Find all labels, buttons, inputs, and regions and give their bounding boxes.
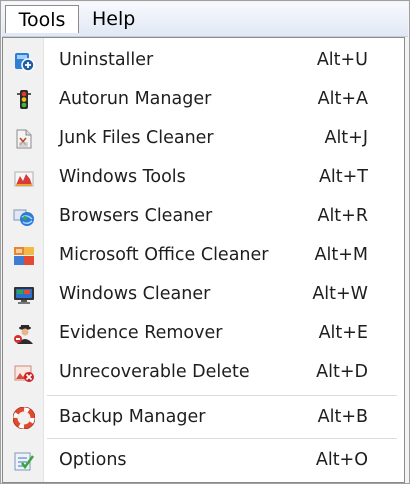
menu-item-label: Evidence Remover bbox=[59, 323, 223, 343]
menu-tools[interactable]: Tools bbox=[5, 5, 79, 33]
menu-item-windows-cleaner[interactable]: Windows Cleaner Alt+W bbox=[3, 276, 404, 312]
menu-item-shortcut: Alt+R bbox=[317, 206, 368, 226]
menu-item-options[interactable]: Options Alt+O bbox=[3, 442, 404, 478]
menu-help[interactable]: Help bbox=[84, 5, 150, 33]
menu-item-uninstaller[interactable]: Uninstaller Alt+U bbox=[3, 42, 404, 78]
menu-item-shortcut: Alt+O bbox=[315, 450, 368, 470]
menu-item-shortcut: Alt+M bbox=[314, 245, 368, 265]
menu-item-label: Options bbox=[59, 450, 127, 470]
window-frame: Tools Help Uninstaller Alt+U Autorun Man… bbox=[0, 0, 410, 484]
menu-item-label: Windows Tools bbox=[59, 167, 186, 187]
menu-item-browsers-cleaner[interactable]: Browsers Cleaner Alt+R bbox=[3, 198, 404, 234]
menu-item-label: Windows Cleaner bbox=[59, 284, 211, 304]
options-checklist-icon bbox=[13, 450, 35, 472]
menu-item-label: Browsers Cleaner bbox=[59, 206, 213, 226]
menu-item-shortcut: Alt+E bbox=[318, 323, 368, 343]
menu-item-windows-tools[interactable]: Windows Tools Alt+T bbox=[3, 159, 404, 195]
menu-item-autorun-manager[interactable]: Autorun Manager Alt+A bbox=[3, 81, 404, 117]
menu-item-shortcut: Alt+W bbox=[312, 284, 368, 304]
menu-item-backup-manager[interactable]: Backup Manager Alt+B bbox=[3, 399, 404, 435]
shredder-icon bbox=[13, 362, 35, 384]
menu-item-shortcut: Alt+T bbox=[318, 167, 368, 187]
menu-item-label: Microsoft Office Cleaner bbox=[59, 245, 269, 265]
menu-item-evidence-remover[interactable]: Evidence Remover Alt+E bbox=[3, 315, 404, 351]
menu-separator bbox=[47, 438, 397, 440]
menu-item-label: Unrecoverable Delete bbox=[59, 362, 250, 382]
junk-files-icon bbox=[13, 128, 35, 150]
menu-item-label: Junk Files Cleaner bbox=[59, 128, 214, 148]
menu-item-shortcut: Alt+A bbox=[317, 89, 368, 109]
evidence-agent-icon bbox=[13, 323, 35, 345]
menu-item-office-cleaner[interactable]: Microsoft Office Cleaner Alt+M bbox=[3, 237, 404, 273]
menu-item-shortcut: Alt+U bbox=[316, 50, 368, 70]
menu-bar: Tools Help bbox=[2, 2, 408, 37]
lifebuoy-icon bbox=[12, 406, 36, 430]
office-icon bbox=[13, 245, 35, 267]
menu-item-label: Backup Manager bbox=[59, 407, 206, 427]
windows-tools-icon bbox=[13, 167, 35, 189]
menu-item-unrecoverable-delete[interactable]: Unrecoverable Delete Alt+D bbox=[3, 354, 404, 390]
menu-item-label: Autorun Manager bbox=[59, 89, 212, 109]
menu-separator bbox=[47, 395, 397, 397]
monitor-icon bbox=[13, 284, 35, 306]
menu-item-shortcut: Alt+D bbox=[316, 362, 368, 382]
traffic-light-icon bbox=[13, 89, 35, 111]
menu-item-shortcut: Alt+B bbox=[317, 407, 368, 427]
menu-item-label: Uninstaller bbox=[59, 50, 154, 70]
uninstaller-icon bbox=[13, 50, 35, 72]
menu-item-shortcut: Alt+J bbox=[324, 128, 368, 148]
browser-globe-icon bbox=[13, 206, 35, 228]
tools-dropdown-menu: Uninstaller Alt+U Autorun Manager Alt+A bbox=[2, 37, 405, 483]
menu-item-junk-files-cleaner[interactable]: Junk Files Cleaner Alt+J bbox=[3, 120, 404, 156]
